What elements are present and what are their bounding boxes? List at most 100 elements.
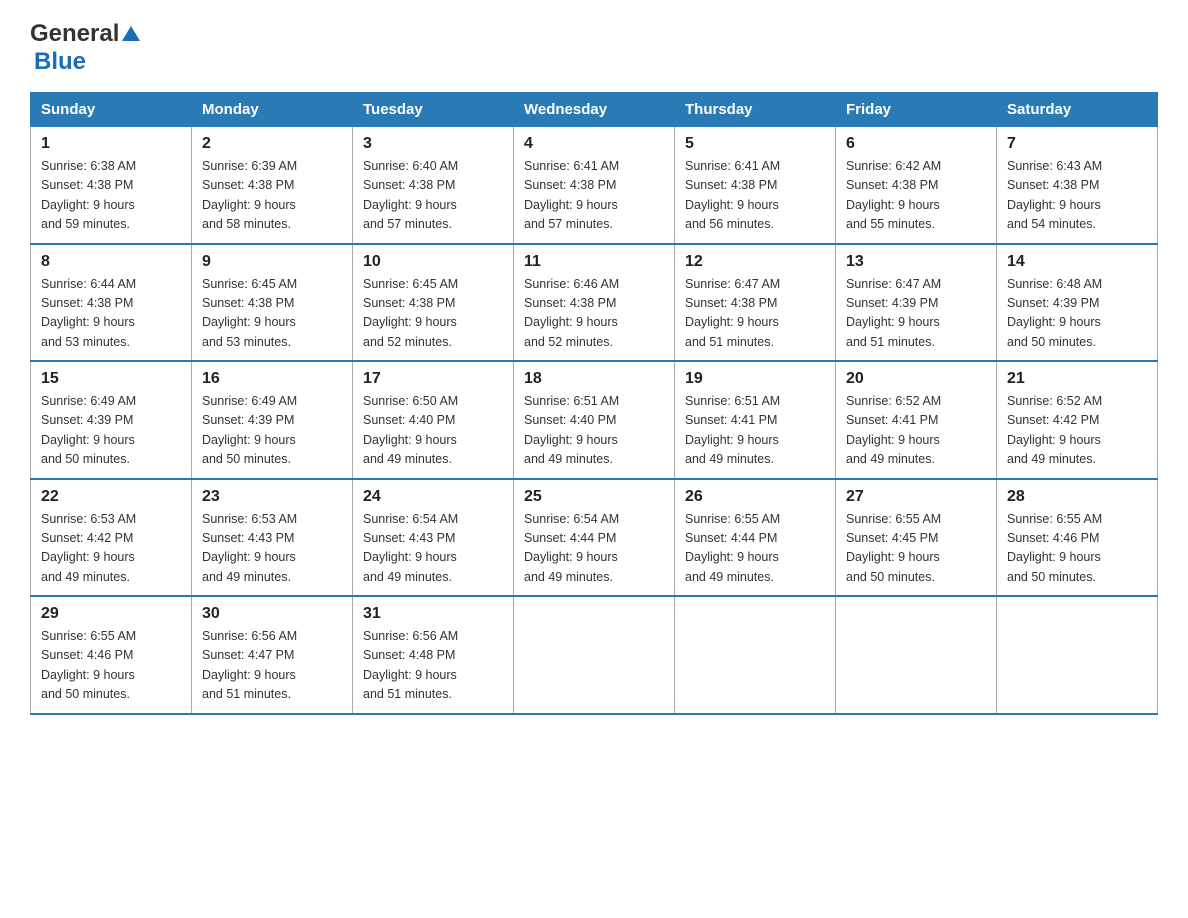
calendar-cell: 29Sunrise: 6:55 AMSunset: 4:46 PMDayligh…	[31, 596, 192, 714]
day-info: Sunrise: 6:43 AMSunset: 4:38 PMDaylight:…	[1007, 157, 1147, 235]
calendar-cell: 8 Sunrise: 6:44 AMSunset: 4:38 PMDaylight…	[31, 244, 192, 362]
calendar-cell: 13 Sunrise: 6:47 AMSunset: 4:39 PMDayligh…	[836, 244, 997, 362]
calendar-cell: 24 Sunrise: 6:54 AMSunset: 4:43 PMDayligh…	[353, 479, 514, 597]
calendar-cell	[514, 596, 675, 714]
calendar-cell: 5 Sunrise: 6:41 AMSunset: 4:38 PMDaylight…	[675, 127, 836, 244]
day-info: Sunrise: 6:51 AMSunset: 4:40 PMDaylight:…	[524, 392, 664, 470]
day-number: 28	[1007, 488, 1147, 506]
day-number: 9	[202, 253, 342, 271]
day-info: Sunrise: 6:46 AMSunset: 4:38 PMDaylight:…	[524, 275, 664, 353]
calendar-cell: 17 Sunrise: 6:50 AMSunset: 4:40 PMDayligh…	[353, 361, 514, 479]
day-number: 13	[846, 253, 986, 271]
calendar-cell: 15 Sunrise: 6:49 AMSunset: 4:39 PMDayligh…	[31, 361, 192, 479]
day-number: 31	[363, 605, 503, 623]
calendar-week-row: 8 Sunrise: 6:44 AMSunset: 4:38 PMDaylight…	[31, 244, 1158, 362]
calendar-cell: 12 Sunrise: 6:47 AMSunset: 4:38 PMDayligh…	[675, 244, 836, 362]
header-tuesday: Tuesday	[353, 93, 514, 127]
day-info: Sunrise: 6:56 AMSunset: 4:47 PMDaylight:…	[202, 627, 342, 705]
calendar-cell	[836, 596, 997, 714]
day-number: 4	[524, 135, 664, 153]
calendar-header-row: SundayMondayTuesdayWednesdayThursdayFrid…	[31, 93, 1158, 127]
day-info: Sunrise: 6:56 AMSunset: 4:48 PMDaylight:…	[363, 627, 503, 705]
calendar-cell: 23Sunrise: 6:53 AMSunset: 4:43 PMDayligh…	[192, 479, 353, 597]
day-info: Sunrise: 6:47 AMSunset: 4:39 PMDaylight:…	[846, 275, 986, 353]
day-info: Sunrise: 6:38 AMSunset: 4:38 PMDaylight:…	[41, 157, 181, 235]
calendar-week-row: 1 Sunrise: 6:38 AMSunset: 4:38 PMDaylight…	[31, 127, 1158, 244]
day-number: 22	[41, 488, 181, 506]
calendar-cell: 9Sunrise: 6:45 AMSunset: 4:38 PMDaylight…	[192, 244, 353, 362]
calendar-cell: 26 Sunrise: 6:55 AMSunset: 4:44 PMDayligh…	[675, 479, 836, 597]
calendar-week-row: 15 Sunrise: 6:49 AMSunset: 4:39 PMDayligh…	[31, 361, 1158, 479]
day-info: Sunrise: 6:49 AMSunset: 4:39 PMDaylight:…	[41, 392, 181, 470]
day-number: 26	[685, 488, 825, 506]
calendar-cell: 10 Sunrise: 6:45 AMSunset: 4:38 PMDayligh…	[353, 244, 514, 362]
day-number: 25	[524, 488, 664, 506]
day-info: Sunrise: 6:44 AMSunset: 4:38 PMDaylight:…	[41, 275, 181, 353]
day-info: Sunrise: 6:54 AMSunset: 4:44 PMDaylight:…	[524, 510, 664, 588]
day-info: Sunrise: 6:50 AMSunset: 4:40 PMDaylight:…	[363, 392, 503, 470]
day-info: Sunrise: 6:53 AMSunset: 4:43 PMDaylight:…	[202, 510, 342, 588]
calendar-cell: 16 Sunrise: 6:49 AMSunset: 4:39 PMDayligh…	[192, 361, 353, 479]
logo-general-text: General	[30, 20, 119, 48]
logo: General Blue	[30, 20, 140, 76]
calendar-cell: 6Sunrise: 6:42 AMSunset: 4:38 PMDaylight…	[836, 127, 997, 244]
day-info: Sunrise: 6:55 AMSunset: 4:46 PMDaylight:…	[1007, 510, 1147, 588]
header-thursday: Thursday	[675, 93, 836, 127]
calendar-table: SundayMondayTuesdayWednesdayThursdayFrid…	[30, 92, 1158, 715]
day-info: Sunrise: 6:45 AMSunset: 4:38 PMDaylight:…	[363, 275, 503, 353]
day-info: Sunrise: 6:41 AMSunset: 4:38 PMDaylight:…	[524, 157, 664, 235]
calendar-cell: 30 Sunrise: 6:56 AMSunset: 4:47 PMDayligh…	[192, 596, 353, 714]
calendar-cell: 21Sunrise: 6:52 AMSunset: 4:42 PMDayligh…	[997, 361, 1158, 479]
calendar-cell: 1 Sunrise: 6:38 AMSunset: 4:38 PMDaylight…	[31, 127, 192, 244]
day-number: 7	[1007, 135, 1147, 153]
day-info: Sunrise: 6:39 AMSunset: 4:38 PMDaylight:…	[202, 157, 342, 235]
calendar-cell: 22Sunrise: 6:53 AMSunset: 4:42 PMDayligh…	[31, 479, 192, 597]
calendar-cell: 18 Sunrise: 6:51 AMSunset: 4:40 PMDayligh…	[514, 361, 675, 479]
day-number: 15	[41, 370, 181, 388]
calendar-cell: 31 Sunrise: 6:56 AMSunset: 4:48 PMDayligh…	[353, 596, 514, 714]
calendar-cell: 27Sunrise: 6:55 AMSunset: 4:45 PMDayligh…	[836, 479, 997, 597]
calendar-cell: 3 Sunrise: 6:40 AMSunset: 4:38 PMDaylight…	[353, 127, 514, 244]
calendar-cell: 2Sunrise: 6:39 AMSunset: 4:38 PMDaylight…	[192, 127, 353, 244]
day-number: 8	[41, 253, 181, 271]
day-number: 18	[524, 370, 664, 388]
calendar-cell: 20Sunrise: 6:52 AMSunset: 4:41 PMDayligh…	[836, 361, 997, 479]
day-info: Sunrise: 6:40 AMSunset: 4:38 PMDaylight:…	[363, 157, 503, 235]
header-saturday: Saturday	[997, 93, 1158, 127]
day-number: 3	[363, 135, 503, 153]
day-number: 1	[41, 135, 181, 153]
calendar-cell: 28 Sunrise: 6:55 AMSunset: 4:46 PMDayligh…	[997, 479, 1158, 597]
calendar-cell: 14 Sunrise: 6:48 AMSunset: 4:39 PMDayligh…	[997, 244, 1158, 362]
day-info: Sunrise: 6:47 AMSunset: 4:38 PMDaylight:…	[685, 275, 825, 353]
day-number: 10	[363, 253, 503, 271]
day-number: 17	[363, 370, 503, 388]
header-monday: Monday	[192, 93, 353, 127]
day-info: Sunrise: 6:55 AMSunset: 4:44 PMDaylight:…	[685, 510, 825, 588]
day-info: Sunrise: 6:41 AMSunset: 4:38 PMDaylight:…	[685, 157, 825, 235]
day-number: 12	[685, 253, 825, 271]
day-number: 30	[202, 605, 342, 623]
calendar-cell: 4 Sunrise: 6:41 AMSunset: 4:38 PMDaylight…	[514, 127, 675, 244]
header-friday: Friday	[836, 93, 997, 127]
day-number: 14	[1007, 253, 1147, 271]
calendar-cell	[997, 596, 1158, 714]
day-number: 27	[846, 488, 986, 506]
calendar-cell: 11Sunrise: 6:46 AMSunset: 4:38 PMDayligh…	[514, 244, 675, 362]
day-info: Sunrise: 6:55 AMSunset: 4:46 PMDaylight:…	[41, 627, 181, 705]
calendar-week-row: 22Sunrise: 6:53 AMSunset: 4:42 PMDayligh…	[31, 479, 1158, 597]
day-info: Sunrise: 6:54 AMSunset: 4:43 PMDaylight:…	[363, 510, 503, 588]
header-sunday: Sunday	[31, 93, 192, 127]
calendar-cell: 19Sunrise: 6:51 AMSunset: 4:41 PMDayligh…	[675, 361, 836, 479]
day-info: Sunrise: 6:52 AMSunset: 4:42 PMDaylight:…	[1007, 392, 1147, 470]
header-wednesday: Wednesday	[514, 93, 675, 127]
day-number: 5	[685, 135, 825, 153]
calendar-week-row: 29Sunrise: 6:55 AMSunset: 4:46 PMDayligh…	[31, 596, 1158, 714]
page-header: General Blue	[30, 20, 1158, 76]
day-number: 16	[202, 370, 342, 388]
logo-triangle-icon	[122, 26, 140, 41]
day-number: 24	[363, 488, 503, 506]
day-info: Sunrise: 6:49 AMSunset: 4:39 PMDaylight:…	[202, 392, 342, 470]
day-info: Sunrise: 6:48 AMSunset: 4:39 PMDaylight:…	[1007, 275, 1147, 353]
day-info: Sunrise: 6:42 AMSunset: 4:38 PMDaylight:…	[846, 157, 986, 235]
calendar-cell: 25 Sunrise: 6:54 AMSunset: 4:44 PMDayligh…	[514, 479, 675, 597]
